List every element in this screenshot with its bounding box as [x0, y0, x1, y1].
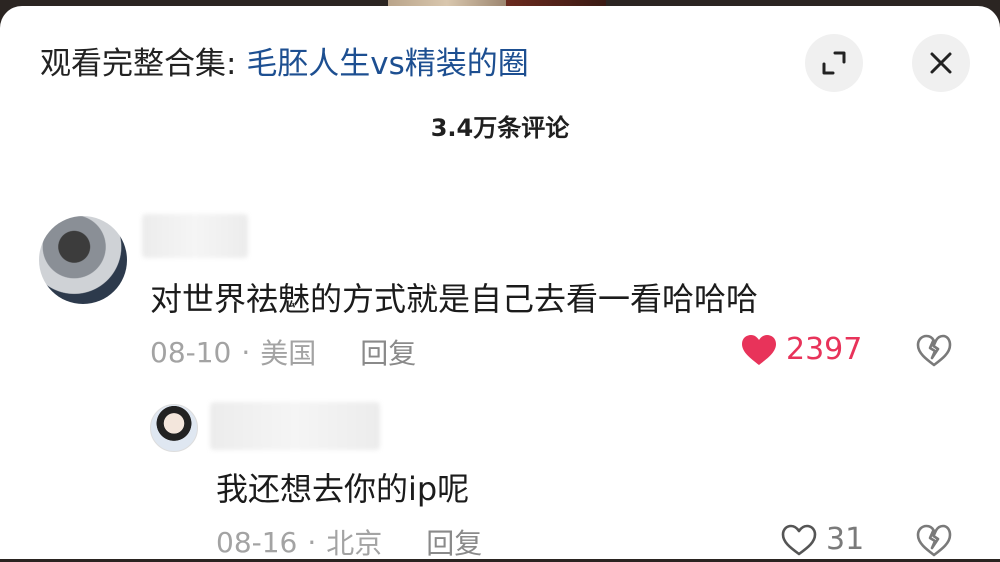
close-icon: [930, 52, 952, 74]
like-button[interactable]: 31: [780, 522, 864, 557]
broken-heart-icon: [916, 334, 952, 367]
heart-filled-icon: [742, 334, 776, 365]
username-blurred[interactable]: [142, 214, 248, 258]
heart-outline-icon: [781, 524, 817, 555]
comment-text: 对世界祛魅的方式就是自己去看一看哈哈哈: [150, 280, 759, 318]
comment-date: 08-16: [216, 525, 298, 559]
comment-meta: 08-16 · 北京 回复: [216, 522, 482, 562]
collection-title-prefix: 观看完整合集:: [40, 46, 247, 82]
avatar[interactable]: [39, 216, 127, 304]
meta-separator: ·: [241, 335, 251, 369]
broken-heart-icon: [916, 524, 952, 557]
comment-text: 我还想去你的ip呢: [216, 470, 470, 508]
dislike-button[interactable]: [916, 524, 952, 562]
username-blurred[interactable]: [210, 402, 380, 450]
like-button[interactable]: 2397: [740, 332, 862, 367]
comment-meta: 08-10 · 美国 回复: [150, 332, 416, 372]
close-button[interactable]: [912, 34, 970, 92]
comment-location: 北京: [326, 527, 383, 560]
comment-count: 3.4万条评论: [430, 114, 570, 142]
comments-sheet: 观看完整合集: 毛胚人生vs精装的圈 3.4万条评论 对世界祛魅的方式就是自己去…: [0, 6, 1000, 562]
expand-button[interactable]: [805, 34, 863, 92]
meta-separator: ·: [307, 525, 317, 559]
comment-location: 美国: [260, 337, 317, 370]
collection-title[interactable]: 观看完整合集: 毛胚人生vs精装的圈: [40, 42, 529, 86]
dislike-button[interactable]: [916, 334, 952, 372]
like-count: 2397: [786, 332, 863, 367]
collection-title-link[interactable]: 毛胚人生vs精装的圈: [246, 46, 529, 82]
reply-button[interactable]: 回复: [360, 332, 416, 372]
avatar[interactable]: [150, 404, 198, 452]
reply-button[interactable]: 回复: [426, 522, 482, 562]
like-count: 31: [826, 522, 865, 557]
expand-icon: [822, 51, 846, 75]
comment-date: 08-10: [150, 335, 232, 369]
